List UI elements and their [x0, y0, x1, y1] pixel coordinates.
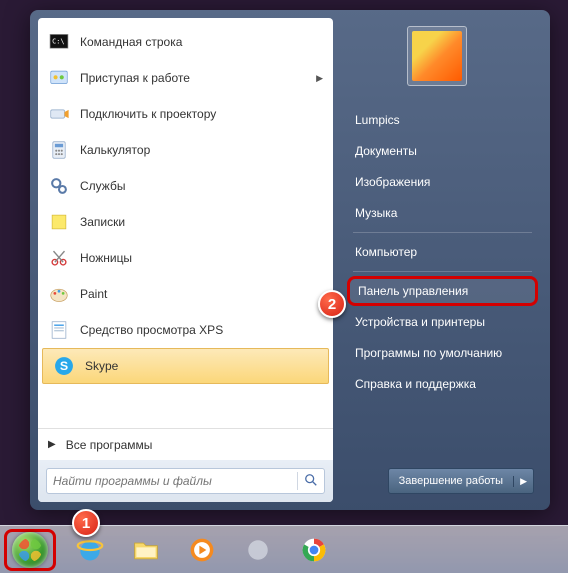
start-icon: [46, 65, 72, 91]
app-item-label: Skype: [85, 359, 118, 373]
search-box[interactable]: [46, 468, 325, 494]
right-pane-item-label: Компьютер: [355, 245, 417, 259]
app-item-cmd[interactable]: C:\ Командная строка: [38, 24, 333, 60]
skype-icon: S: [51, 353, 77, 379]
search-icon[interactable]: [304, 473, 318, 490]
start-menu-left-pane: C:\ Командная строка Приступая к работе ▶ По…: [38, 18, 333, 502]
calc-icon: [46, 137, 72, 163]
right-pane-item[interactable]: Устройства и принтеры: [347, 307, 538, 337]
user-picture-frame[interactable]: [407, 26, 467, 86]
shutdown-label: Завершение работы: [389, 475, 513, 487]
all-programs-button[interactable]: ▶ Все программы: [38, 428, 333, 460]
svg-text:C:\: C:\: [52, 37, 64, 45]
app-item-label: Приступая к работе: [80, 71, 190, 85]
taskbar-item-media-player[interactable]: [176, 531, 228, 569]
right-pane-item-label: Lumpics: [355, 113, 400, 127]
app-item-skype[interactable]: S Skype: [42, 348, 329, 384]
app-item-start[interactable]: Приступая к работе ▶: [38, 60, 333, 96]
notes-icon: [46, 209, 72, 235]
start-button[interactable]: [12, 532, 48, 568]
start-button-highlight: [4, 529, 56, 571]
app-item-projector[interactable]: Подключить к проектору: [38, 96, 333, 132]
menu-separator: [353, 232, 532, 233]
right-pane-item[interactable]: Lumpics: [347, 105, 538, 135]
app-item-label: Службы: [80, 179, 125, 193]
cmd-icon: C:\: [46, 29, 72, 55]
right-pane-item[interactable]: Музыка: [347, 198, 538, 228]
shutdown-button[interactable]: Завершение работы ▶: [388, 468, 534, 494]
right-pane-item[interactable]: Программы по умолчанию: [347, 338, 538, 368]
shutdown-options-arrow[interactable]: ▶: [513, 476, 533, 487]
svg-text:S: S: [60, 359, 68, 373]
right-pane-item[interactable]: Справка и поддержка: [347, 369, 538, 399]
services-icon: [46, 173, 72, 199]
app-item-snip[interactable]: Ножницы: [38, 240, 333, 276]
shutdown-row: Завершение работы ▶: [347, 464, 538, 494]
right-pane-item-label: Справка и поддержка: [355, 377, 476, 391]
media-player-icon: [188, 536, 216, 564]
right-pane-item-label: Панель управления: [358, 284, 468, 298]
snip-icon: [46, 245, 72, 271]
right-pane-item-label: Музыка: [355, 206, 397, 220]
apps-list: C:\ Командная строка Приступая к работе ▶ По…: [38, 18, 333, 428]
search-input[interactable]: [53, 474, 291, 488]
user-picture: [412, 31, 462, 81]
app-item-xps[interactable]: Средство просмотра XPS: [38, 312, 333, 348]
right-pane-item-label: Документы: [355, 144, 417, 158]
app-item-notes[interactable]: Записки: [38, 204, 333, 240]
search-row: [38, 460, 333, 502]
submenu-arrow-icon: ▶: [316, 73, 323, 84]
app-item-label: Средство просмотра XPS: [80, 323, 223, 337]
app-item-label: Ножницы: [80, 251, 132, 265]
folder-icon: [132, 536, 160, 564]
app-item-label: Записки: [80, 215, 125, 229]
ie-icon: [76, 536, 104, 564]
app-item-label: Командная строка: [80, 35, 182, 49]
app-item-label: Paint: [80, 287, 107, 301]
right-pane-item-label: Устройства и принтеры: [355, 315, 485, 329]
app-item-label: Калькулятор: [80, 143, 150, 157]
separator: [297, 472, 298, 490]
app-item-label: Подключить к проектору: [80, 107, 216, 121]
right-pane-item[interactable]: Документы: [347, 136, 538, 166]
taskbar-item-chrome[interactable]: [288, 531, 340, 569]
right-pane-item[interactable]: Панель управления: [347, 276, 538, 306]
projector-icon: [46, 101, 72, 127]
app-item-services[interactable]: Службы: [38, 168, 333, 204]
taskbar-item-explorer[interactable]: [120, 531, 172, 569]
paint-icon: [46, 281, 72, 307]
app-item-paint[interactable]: Paint: [38, 276, 333, 312]
right-pane-item-label: Программы по умолчанию: [355, 346, 502, 360]
app-item-calc[interactable]: Калькулятор: [38, 132, 333, 168]
generic-app-icon: [245, 537, 271, 563]
chrome-icon: [300, 536, 328, 564]
annotation-badge-1: 1: [72, 509, 100, 537]
annotation-badge-2: 2: [318, 290, 346, 318]
start-menu-right-pane: Lumpics Документы Изображения Музыка Компьют…: [333, 18, 542, 502]
arrow-right-icon: ▶: [48, 439, 56, 450]
taskbar-item-app[interactable]: [232, 531, 284, 569]
xps-icon: [46, 317, 72, 343]
right-pane-item[interactable]: Компьютер: [347, 237, 538, 267]
all-programs-label: Все программы: [66, 438, 153, 452]
start-menu: C:\ Командная строка Приступая к работе ▶ По…: [30, 10, 550, 510]
right-pane-item-label: Изображения: [355, 175, 430, 189]
menu-separator: [353, 271, 532, 272]
right-pane-item[interactable]: Изображения: [347, 167, 538, 197]
